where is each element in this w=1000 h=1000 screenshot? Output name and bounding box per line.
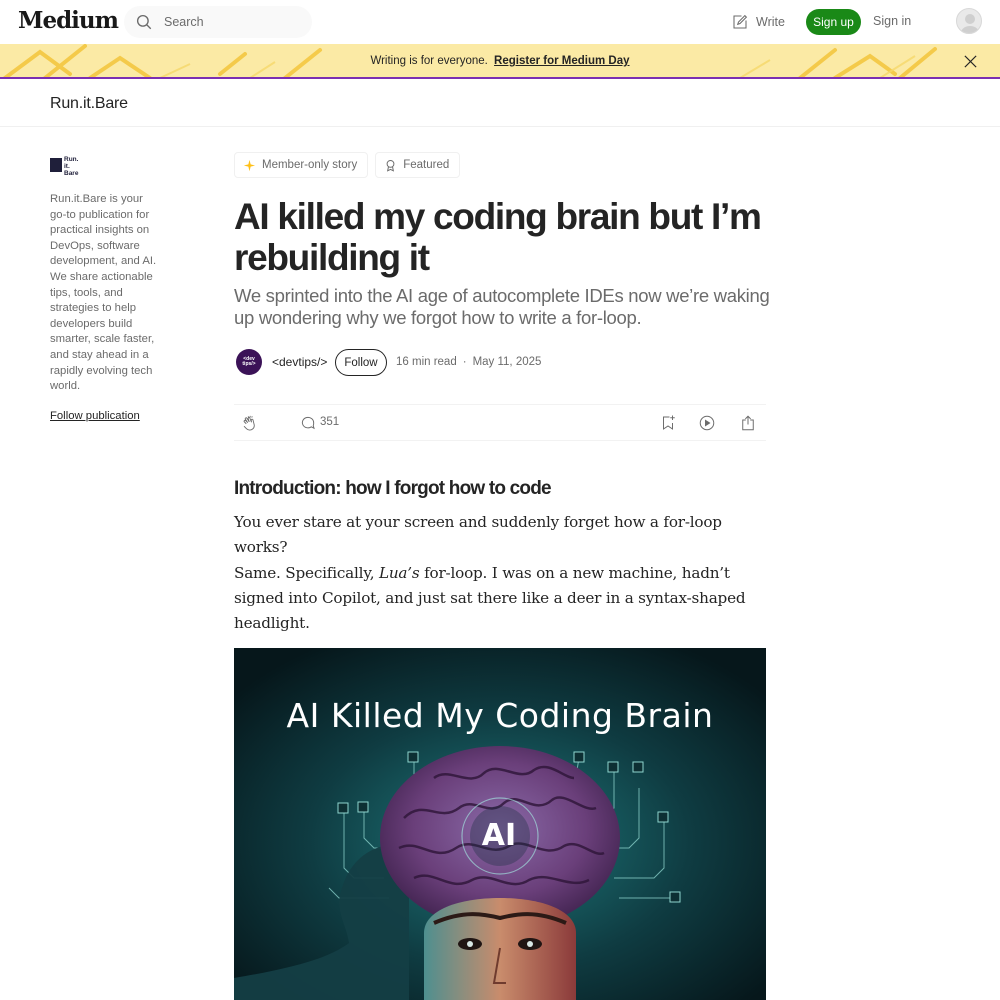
story-meta: 16 min read · May 11, 2025: [396, 356, 541, 368]
bookmark-add-icon[interactable]: [659, 414, 677, 432]
paragraph-1: You ever stare at your screen and sudden…: [234, 513, 722, 556]
section-heading: Introduction: how I forgot how to code: [234, 478, 552, 499]
featured-badge[interactable]: Featured: [375, 152, 461, 178]
top-nav: Medium Write Sign up Sign in: [0, 0, 1000, 44]
badge-label: Featured: [403, 159, 450, 171]
byline: <dev tips/> <devtips/> Follow 16 min rea…: [234, 349, 766, 377]
search-input[interactable]: [162, 12, 302, 32]
hero-brain-label: AI: [481, 818, 517, 853]
clap-icon[interactable]: [241, 414, 259, 432]
author-avatar[interactable]: <dev tips/>: [236, 349, 262, 375]
badge-label: Member-only story: [262, 159, 358, 171]
write-label: Write: [756, 15, 785, 29]
publish-date: May 11, 2025: [472, 356, 542, 368]
member-only-badge[interactable]: Member-only story: [234, 152, 369, 178]
promo-banner: Writing is for everyone. Register for Me…: [0, 44, 1000, 79]
write-icon: [733, 14, 748, 29]
publication-name[interactable]: Run.it.Bare: [50, 95, 128, 113]
meta-separator: ·: [462, 356, 467, 368]
publication-description: Run.it.Bare is your go-to publication fo…: [50, 193, 157, 393]
article-subtitle: We sprinted into the AI age of autocompl…: [234, 285, 770, 328]
article-title: AI killed my coding brain but I’m rebuil…: [234, 196, 762, 278]
publication-logo[interactable]: Run. it. Bare: [50, 156, 82, 178]
follow-author-button[interactable]: Follow: [335, 349, 387, 376]
search-box[interactable]: [124, 6, 312, 38]
close-icon[interactable]: [963, 54, 978, 69]
hero-image: AI Killed My Coding Brain AI: [234, 648, 766, 1000]
signin-link[interactable]: Sign in: [873, 14, 911, 28]
register-link[interactable]: Register for Medium Day: [494, 55, 629, 67]
story-badges: Member-only story Featured: [234, 152, 461, 178]
response-count: 351: [320, 416, 340, 428]
read-time: 16 min read: [396, 356, 457, 368]
signup-button[interactable]: Sign up: [806, 9, 861, 35]
publication-bar: Run.it.Bare: [0, 81, 1000, 127]
emphasis-lua: Lua’s: [378, 564, 420, 582]
search-icon: [136, 14, 152, 30]
listen-icon[interactable]: [698, 414, 716, 432]
sparkle-icon: [243, 159, 256, 171]
hero-title: AI Killed My Coding Brain: [286, 696, 714, 735]
banner-message: Writing is for everyone. Register for Me…: [0, 55, 1000, 67]
share-icon[interactable]: [739, 414, 757, 432]
publication-logo-cube: [50, 158, 62, 172]
badge-icon: [386, 159, 395, 172]
publication-logo-text: Run. it. Bare: [64, 156, 79, 177]
author-name[interactable]: <devtips/>: [272, 355, 327, 369]
user-avatar[interactable]: [956, 8, 982, 34]
action-bar: 351: [234, 404, 766, 441]
user-silhouette-icon: [961, 14, 979, 33]
banner-text: Writing is for everyone.: [370, 55, 488, 67]
follow-publication-link[interactable]: Follow publication: [50, 410, 140, 422]
comment-icon[interactable]: [299, 414, 317, 432]
paragraph-2: Same. Specifically, Lua’s for-loop. I wa…: [234, 564, 746, 632]
write-button[interactable]: Write: [731, 12, 785, 32]
medium-logo[interactable]: Medium: [18, 7, 119, 34]
